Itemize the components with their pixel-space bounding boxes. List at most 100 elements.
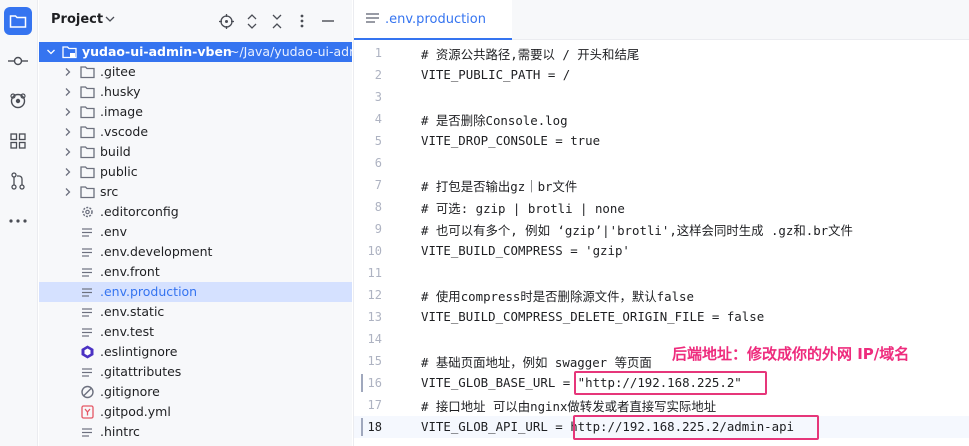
- project-panel: Project yudao-ui-admin-vben ~/Java/yudao-…: [39, 0, 352, 446]
- more-icon: [9, 219, 27, 223]
- tree-folder-row[interactable]: src: [39, 182, 352, 202]
- tree-folder-row[interactable]: .gitee: [39, 62, 352, 82]
- text-file-icon: [82, 228, 92, 237]
- line-number: 10: [367, 244, 382, 258]
- collapse-all-icon[interactable]: [269, 13, 285, 29]
- structure-icon: [10, 133, 26, 149]
- line-number: 14: [367, 332, 382, 346]
- tree-file-row[interactable]: .editorconfig: [39, 202, 352, 222]
- tree-folder-row[interactable]: build: [39, 142, 352, 162]
- tree-folder-row[interactable]: public: [39, 162, 352, 182]
- tree-item-label: .env.production: [100, 284, 198, 299]
- eslint-icon: [81, 345, 94, 359]
- tree-root-path: ~/Java/yudao-ui-adm: [229, 44, 352, 59]
- commit-tool-button[interactable]: [4, 47, 32, 75]
- line-number: 11: [367, 266, 382, 280]
- chevron-down-icon[interactable]: [47, 48, 55, 56]
- line-number: 8: [374, 200, 382, 214]
- expand-all-icon[interactable]: [244, 13, 260, 29]
- pull-requests-tool-button[interactable]: [4, 167, 32, 195]
- text-file-icon: [82, 428, 92, 437]
- code-comment-line[interactable]: # 资源公共路径,需要以 / 开头和结尾: [421, 45, 639, 63]
- gear-icon: [82, 206, 93, 218]
- tree-item-label: .gitignore: [100, 384, 160, 399]
- tree-file-row[interactable]: .env.test: [39, 322, 352, 342]
- tree-item-label: public: [100, 164, 138, 179]
- chevron-right-icon[interactable]: [64, 168, 72, 176]
- folder-icon: [80, 106, 95, 119]
- tree-file-row[interactable]: .hintrc: [39, 422, 352, 442]
- chevron-right-icon[interactable]: [64, 68, 72, 76]
- tree-item-label: .editorconfig: [100, 204, 179, 219]
- locate-icon[interactable]: [218, 13, 234, 29]
- text-file-icon: [82, 328, 92, 337]
- tree-file-row[interactable]: .env.development: [39, 242, 352, 262]
- line-number: 7: [374, 178, 382, 192]
- puzzle-icon: [10, 93, 26, 109]
- code-line[interactable]: VITE_PUBLIC_PATH = /: [421, 67, 570, 82]
- project-tool-button[interactable]: [4, 7, 32, 35]
- code-line[interactable]: VITE_DROP_CONSOLE = true: [421, 133, 600, 148]
- folder-icon: [80, 86, 95, 99]
- tree-file-row[interactable]: .env.static: [39, 302, 352, 322]
- more-tools-button[interactable]: [4, 207, 32, 235]
- tree-file-row[interactable]: .eslintignore: [39, 342, 352, 362]
- code-comment-line[interactable]: # 可选: gzip | brotli | none: [421, 199, 625, 217]
- text-file-icon: [82, 308, 92, 317]
- folder-icon: [80, 126, 95, 139]
- tree-item-label: .husky: [100, 84, 141, 99]
- annotation-text: 后端地址：修改成你的外网 IP/域名: [672, 345, 910, 363]
- text-file-icon: [82, 268, 92, 277]
- code-comment-line[interactable]: # 基础页面地址，例如 swagger 等页面: [421, 353, 652, 371]
- editor-tab-bar: .env.production: [354, 0, 969, 40]
- tab-label: .env.production: [385, 12, 486, 27]
- code-comment-line[interactable]: # 接口地址 可以由nginx做转发或者直接写实际地址: [421, 397, 716, 415]
- tree-folder-row[interactable]: .vscode: [39, 122, 352, 142]
- code-comment-line[interactable]: # 也可以有多个, 例如 ‘gzip’|'brotli',这样会同时生成 .gz…: [421, 221, 853, 239]
- editor-area: .env.production 1 # 资源公共路径,需要以 / 开头和结尾 2 VI…: [353, 0, 969, 446]
- chevron-right-icon[interactable]: [64, 148, 72, 156]
- tree-file-row[interactable]: .gitignore: [39, 382, 352, 402]
- chevron-right-icon[interactable]: [64, 108, 72, 116]
- tree-file-row[interactable]: .env.front: [39, 262, 352, 282]
- project-panel-header: Project: [39, 0, 352, 40]
- base-url-highlight-box: [574, 371, 767, 395]
- folder-icon: [80, 186, 95, 199]
- code-comment-line[interactable]: # 使用compress时是否删除源文件，默认false: [421, 287, 694, 305]
- tab-env-production[interactable]: .env.production: [354, 0, 512, 40]
- tree-file-row[interactable]: .env: [39, 222, 352, 242]
- project-panel-title[interactable]: Project: [51, 12, 103, 27]
- code-line[interactable]: VITE_BUILD_COMPRESS = 'gzip': [421, 243, 630, 258]
- folder-icon: [80, 146, 95, 159]
- ignore-file-icon: [81, 385, 94, 399]
- tree-item-label: .gitee: [100, 64, 136, 79]
- plugin-tool-button[interactable]: [4, 87, 32, 115]
- tree-root[interactable]: yudao-ui-admin-vben ~/Java/yudao-ui-adm: [39, 42, 352, 62]
- tree-file-row[interactable]: .gitpod.yml: [39, 402, 352, 422]
- tree-item-label: .hintrc: [100, 424, 140, 439]
- tree-file-row[interactable]: .gitattributes: [39, 362, 352, 382]
- tree-folder-row[interactable]: .image: [39, 102, 352, 122]
- text-file-icon: [82, 248, 92, 257]
- chevron-right-icon[interactable]: [64, 188, 72, 196]
- options-icon[interactable]: [294, 13, 310, 29]
- chevron-down-icon[interactable]: [105, 15, 115, 23]
- line-number: 3: [374, 90, 382, 104]
- code-line[interactable]: VITE_BUILD_COMPRESS_DELETE_ORIGIN_FILE =…: [421, 309, 764, 324]
- hide-panel-icon[interactable]: [320, 13, 336, 29]
- line-number: 16: [367, 376, 382, 390]
- tree-item-label: .gitpod.yml: [100, 404, 171, 419]
- tree-item-label: .env.development: [100, 244, 213, 259]
- code-comment-line[interactable]: # 打包是否输出gz｜br文件: [421, 177, 577, 195]
- tree-file-row[interactable]: .env.production: [39, 282, 352, 302]
- structure-tool-button[interactable]: [4, 127, 32, 155]
- tree-folder-row[interactable]: .husky: [39, 82, 352, 102]
- tree-item-label: .env.front: [100, 264, 160, 279]
- code-comment-line[interactable]: # 是否删除Console.log: [421, 111, 568, 129]
- chevron-right-icon[interactable]: [64, 128, 72, 136]
- line-number: 5: [374, 134, 382, 148]
- line-number: 1: [374, 46, 382, 60]
- line-number: 4: [374, 112, 382, 126]
- commit-icon: [8, 56, 28, 66]
- chevron-right-icon[interactable]: [64, 88, 72, 96]
